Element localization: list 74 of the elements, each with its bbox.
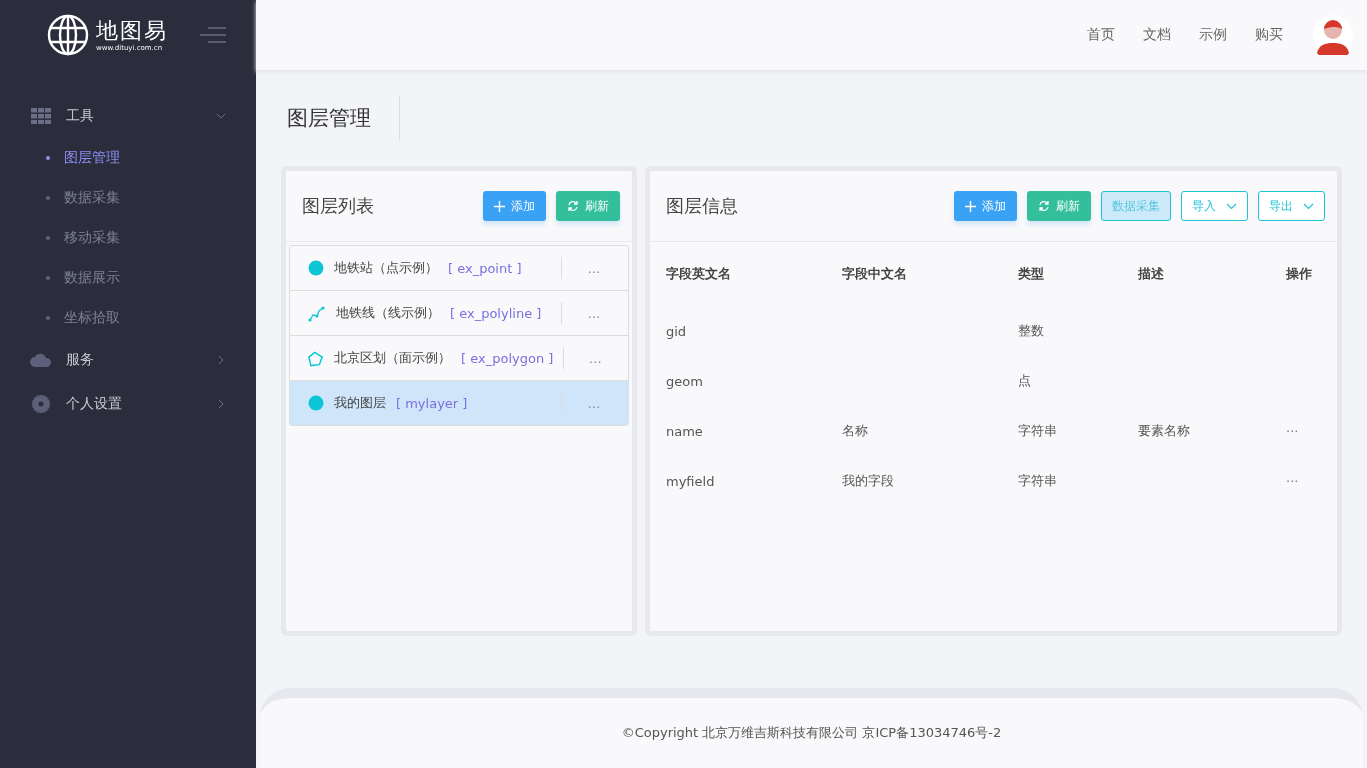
layer-code: [ ex_polygon ] <box>461 350 554 366</box>
point-icon <box>308 260 324 276</box>
polyline-icon <box>308 304 326 322</box>
more-menu[interactable]: … <box>572 395 616 411</box>
column-header: 操作 <box>1285 265 1313 283</box>
chevron-right-icon <box>216 399 226 409</box>
table-cell: 字符串 <box>1017 473 1057 488</box>
copyright-text: ©Copyright 北京万维吉斯科技有限公司 京ICP备13034746号-2 <box>621 724 1002 742</box>
avatar[interactable] <box>1313 15 1353 55</box>
caret-icon <box>1226 202 1237 210</box>
nav-link[interactable]: 首页 <box>1087 26 1115 44</box>
layer-name: 地铁线（线示例） <box>336 304 440 322</box>
panel-title: 图层信息 <box>666 194 739 218</box>
column-header: 描述 <box>1136 265 1165 283</box>
table-cell: myfield <box>666 473 715 489</box>
table-cell: 点 <box>1017 373 1031 388</box>
layer-code: [ ex_point ] <box>448 260 522 276</box>
menu-item[interactable]: 服务 <box>0 338 256 382</box>
globe-logo-icon <box>46 13 90 57</box>
layer-name: 北京区划（面示例） <box>334 349 452 367</box>
add-button[interactable]: 添加 <box>483 191 546 221</box>
menu-item[interactable]: 工具 <box>0 94 256 138</box>
more-menu[interactable]: … <box>572 260 616 276</box>
menu-item[interactable]: 个人设置 <box>0 382 256 426</box>
plus-icon <box>494 200 505 212</box>
refresh-button[interactable]: 刷新 <box>556 191 620 221</box>
polygon-icon <box>308 349 325 367</box>
refresh-icon <box>1038 200 1050 212</box>
refresh-button[interactable]: 刷新 <box>1027 191 1091 221</box>
layer-code: [ mylayer ] <box>396 395 468 411</box>
column-header: 类型 <box>1016 265 1045 283</box>
nav-link[interactable]: 示例 <box>1199 26 1227 44</box>
more-menu[interactable]: ··· <box>1286 473 1299 489</box>
table-cell: 我的字段 <box>841 473 894 488</box>
logo-name: 地图易 <box>96 18 168 44</box>
chevron-down-icon <box>216 111 226 121</box>
plus-icon <box>965 200 976 212</box>
submenu-item[interactable]: 图层管理 <box>0 138 256 178</box>
layer-name: 我的图层 <box>334 394 386 412</box>
grid-icon <box>30 108 52 124</box>
submenu-item[interactable]: 移动采集 <box>0 218 256 258</box>
add-button[interactable]: 添加 <box>954 191 1017 221</box>
nav-link[interactable]: 购买 <box>1255 26 1283 44</box>
cloud-icon <box>30 353 52 367</box>
column-header: 字段英文名 <box>665 265 732 283</box>
layer-code: [ ex_polyline ] <box>450 305 542 321</box>
table-cell: 名称 <box>841 423 868 438</box>
table-cell: gid <box>666 323 687 339</box>
submenu-item[interactable]: 数据采集 <box>0 178 256 218</box>
panel-title: 图层列表 <box>302 194 375 218</box>
more-menu[interactable]: … <box>572 305 616 321</box>
more-menu[interactable]: ··· <box>1286 423 1299 439</box>
gear-icon <box>30 395 52 413</box>
submenu-item[interactable]: 数据展示 <box>0 258 256 298</box>
table-cell: 整数 <box>1017 323 1044 338</box>
caret-icon <box>1303 202 1314 210</box>
submenu-item[interactable]: 坐标拾取 <box>0 298 256 338</box>
layer-name: 地铁站（点示例） <box>334 259 438 277</box>
page-title: 图层管理 <box>281 96 400 140</box>
point-icon <box>308 395 324 411</box>
refresh-icon <box>567 200 579 212</box>
table-cell: 要素名称 <box>1137 423 1190 438</box>
table-cell: name <box>666 423 703 439</box>
chevron-right-icon <box>216 355 226 365</box>
more-menu[interactable]: … <box>574 350 616 366</box>
layer-item[interactable]: 地铁站（点示例） [ ex_point ] … <box>290 246 628 291</box>
table-cell: 字符串 <box>1017 423 1057 438</box>
layer-item[interactable]: 地铁线（线示例） [ ex_polyline ] … <box>290 291 628 336</box>
table-cell: geom <box>666 373 703 389</box>
layer-item[interactable]: 我的图层 [ mylayer ] … <box>290 381 628 425</box>
nav-link[interactable]: 文档 <box>1143 26 1171 44</box>
column-header: 字段中文名 <box>840 265 908 283</box>
dropdown-button[interactable]: 导出 <box>1258 191 1325 221</box>
dropdown-button[interactable]: 导入 <box>1181 191 1248 221</box>
